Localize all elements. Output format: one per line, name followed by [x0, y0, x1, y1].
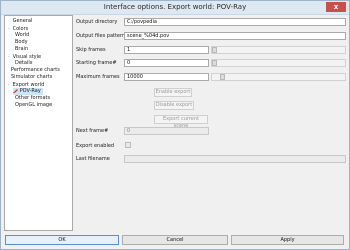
next-frame-field	[124, 127, 209, 135]
output-files-pattern-label: Output files pattern	[76, 33, 126, 39]
tree-item-world[interactable]: World	[15, 32, 29, 39]
last-filename-label: Last filename	[76, 156, 110, 162]
tree-item-export-world[interactable]: - Export world	[7, 81, 44, 88]
tree-item-label: World	[15, 32, 30, 38]
enable-export-button[interactable]: Enable export	[154, 88, 192, 97]
tree-item-label: Details	[15, 60, 33, 66]
tree-item-label: Body	[15, 39, 28, 45]
last-filename-field	[124, 155, 346, 163]
skip-frames-field[interactable]	[124, 46, 209, 54]
output-files-pattern-field[interactable]	[124, 32, 346, 40]
apply-button[interactable]: Apply	[231, 235, 344, 245]
skip-frames-label: Skip frames	[76, 47, 106, 53]
options-window: Interface options. Export world: POV-Ray…	[0, 0, 350, 250]
tree-item-brain[interactable]: Brain	[15, 46, 28, 53]
tree-item-pov-ray[interactable]: POV-Ray	[13, 88, 43, 95]
starting-frame-field[interactable]	[124, 59, 209, 67]
collapse-icon[interactable]: -	[7, 25, 11, 32]
tree-item-label: POV-Ray	[19, 88, 41, 94]
starting-frame-label: Starting frame#	[76, 60, 117, 66]
tree-item-visual-style[interactable]: - Visual style	[7, 53, 41, 60]
starting-frame-slider[interactable]	[211, 59, 346, 67]
tree-item-label: General	[12, 18, 33, 24]
slider-thumb[interactable]	[212, 47, 217, 53]
settings-panel: Output directory Output files pattern Sk…	[74, 15, 348, 231]
pencil-icon	[13, 88, 18, 93]
tree-item-label: Brain	[15, 46, 29, 52]
collapse-icon[interactable]: -	[7, 53, 11, 60]
cancel-button[interactable]: Cancel	[122, 235, 228, 245]
export-enabled-label: Export enabled	[76, 143, 115, 149]
maximum-frames-field[interactable]	[124, 73, 209, 81]
tree-item-performance-charts[interactable]: Performance charts	[11, 67, 60, 74]
title-bar: Interface options. Export world: POV-Ray…	[1, 1, 349, 15]
export-current-scene-button[interactable]: Export current scene	[154, 115, 208, 129]
tree-item-opengl-image[interactable]: OpenGL image	[15, 102, 52, 109]
collapse-icon[interactable]: -	[7, 81, 11, 88]
tree-item-label: Performance charts	[11, 67, 60, 73]
tree-item-general[interactable]: General	[7, 18, 33, 25]
dialog-button-bar: OK Cancel Apply	[1, 232, 349, 249]
tree-item-label: Other formats	[15, 95, 51, 101]
close-button[interactable]: x	[326, 2, 346, 12]
output-directory-field[interactable]	[124, 18, 346, 26]
output-directory-label: Output directory	[76, 19, 118, 25]
tree-item-body[interactable]: Body	[15, 39, 28, 46]
tree-item-other-formats[interactable]: Other formats	[15, 95, 50, 102]
tree-item-details[interactable]: Details	[15, 60, 32, 67]
next-frame-label: Next frame#	[76, 128, 109, 134]
maximum-frames-label: Maximum frames	[76, 74, 120, 80]
disable-export-button[interactable]: Disable export	[154, 101, 194, 110]
maximum-frames-slider[interactable]	[211, 73, 346, 81]
skip-frames-slider[interactable]	[211, 46, 346, 54]
window-title: Interface options. Export world: POV-Ray	[103, 3, 247, 11]
tree-item-colors[interactable]: - Colors	[7, 25, 28, 32]
options-tree: General - Colors World Body Brain - Visu…	[4, 15, 73, 231]
slider-thumb[interactable]	[220, 74, 225, 80]
slider-thumb[interactable]	[212, 60, 217, 66]
tree-item-simulator-charts[interactable]: Simulator charts	[11, 74, 52, 81]
ok-button[interactable]: OK	[5, 235, 119, 245]
tree-item-label: OpenGL image	[15, 102, 53, 108]
export-enabled-checkbox[interactable]	[125, 142, 131, 148]
tree-item-label: Simulator charts	[11, 74, 53, 80]
